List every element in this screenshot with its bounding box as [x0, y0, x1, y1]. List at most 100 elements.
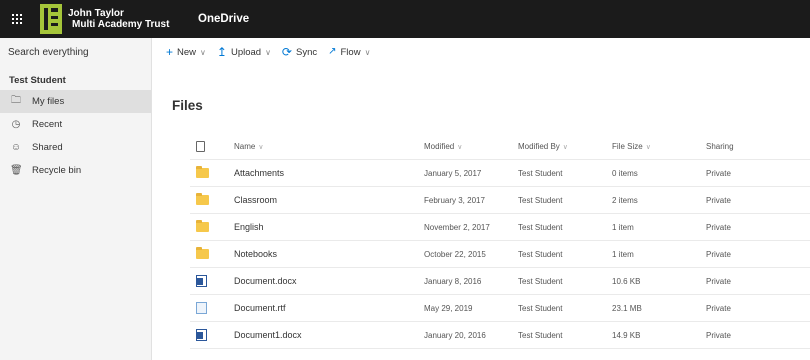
column-header-modified-label: Modified — [424, 141, 455, 151]
app-name[interactable]: OneDrive — [198, 13, 249, 25]
sharing-status: Private — [706, 249, 731, 259]
file-name[interactable]: Document1.docx — [234, 330, 424, 340]
column-header-sharing[interactable]: Sharing — [706, 142, 806, 151]
table-row[interactable]: Document1.docx January 20, 2016 Test Stu… — [190, 322, 810, 349]
table-row[interactable]: Document.rtf May 29, 2019 Test Student 2… — [190, 295, 810, 322]
modified-by: Test Student — [518, 222, 563, 232]
file-name[interactable]: Notebooks — [234, 249, 424, 259]
column-header-modified-by-label: Modified By — [518, 141, 560, 151]
file-name[interactable]: Classroom — [234, 195, 424, 205]
upload-icon: ↥ — [216, 45, 227, 59]
table-header: Name ∨ Modified ∨ Modified By ∨ File Size ∨ … — [190, 133, 810, 160]
file-name[interactable]: Document.docx — [234, 276, 424, 286]
sidebar-item-recent[interactable]: ◷ Recent — [0, 113, 151, 136]
upload-button[interactable]: ↥ Upload ∨ — [217, 46, 271, 58]
org-name-line2: Multi Academy Trust — [72, 19, 170, 30]
column-header-file-size[interactable]: File Size ∨ — [612, 142, 706, 151]
table-row[interactable]: Classroom February 3, 2017 Test Student … — [190, 187, 810, 214]
modified-date: January 5, 2017 — [424, 168, 482, 178]
plus-icon: + — [166, 45, 174, 59]
chevron-down-icon: ∨ — [457, 143, 463, 151]
modified-date: January 8, 2016 — [424, 276, 482, 286]
sharing-status: Private — [706, 195, 731, 205]
user-name: Test Student — [9, 75, 66, 86]
flow-button[interactable]: ↗ Flow ∨ — [328, 46, 370, 58]
sharing-status: Private — [706, 168, 731, 178]
app-launcher-button[interactable] — [0, 0, 34, 38]
folder-icon — [196, 247, 209, 259]
file-name[interactable]: English — [234, 222, 424, 232]
people-icon: ☺ — [10, 142, 22, 153]
sidebar-item-label: Recent — [32, 119, 63, 130]
table-row[interactable]: Notebooks October 22, 2015 Test Student … — [190, 241, 810, 268]
file-name[interactable]: Attachments — [234, 168, 424, 178]
file-size: 23.1 MB — [612, 303, 642, 313]
left-nav: Test Student 🗀 My files ◷ Recent ☺ Share… — [0, 66, 152, 360]
school-logo[interactable] — [40, 4, 62, 34]
word-document-icon — [196, 329, 207, 341]
clock-icon: ◷ — [11, 119, 21, 130]
files-table: Name ∨ Modified ∨ Modified By ∨ File Size ∨ … — [190, 133, 810, 349]
chevron-down-icon: ∨ — [265, 47, 271, 57]
new-button-label: New — [177, 46, 197, 58]
search-box[interactable] — [0, 38, 152, 66]
folder-icon — [196, 193, 209, 205]
word-document-icon — [196, 275, 207, 287]
chevron-down-icon: ∨ — [258, 143, 264, 151]
sync-button[interactable]: ⟳ Sync — [282, 46, 317, 58]
flow-button-label: Flow — [340, 46, 361, 58]
folder-icon: 🗀 — [11, 95, 21, 106]
column-header-sharing-label: Sharing — [706, 141, 734, 151]
sharing-status: Private — [706, 222, 731, 232]
column-header-file-size-label: File Size — [612, 141, 643, 151]
sidebar-item-my-files[interactable]: 🗀 My files — [0, 90, 151, 113]
sharing-status: Private — [706, 330, 731, 340]
file-size: 14.9 KB — [612, 330, 641, 340]
file-type-header[interactable] — [190, 140, 234, 152]
modified-by: Test Student — [518, 249, 563, 259]
column-header-modified[interactable]: Modified ∨ — [424, 142, 518, 151]
chevron-down-icon: ∨ — [645, 143, 651, 151]
modified-date: May 29, 2019 — [424, 303, 473, 313]
table-row[interactable]: Attachments January 5, 2017 Test Student… — [190, 160, 810, 187]
sidebar-item-label: Shared — [32, 142, 63, 153]
modified-date: February 3, 2017 — [424, 195, 485, 205]
document-icon — [196, 140, 205, 152]
page-title: Files — [172, 98, 203, 113]
table-row[interactable]: English November 2, 2017 Test Student 1 … — [190, 214, 810, 241]
top-bar: John Taylor Multi Academy Trust OneDrive — [0, 0, 810, 38]
sidebar-item-shared[interactable]: ☺ Shared — [0, 136, 151, 159]
new-button[interactable]: + New ∨ — [166, 46, 206, 58]
column-header-name[interactable]: Name ∨ — [234, 142, 424, 151]
sharing-status: Private — [706, 276, 731, 286]
chevron-down-icon: ∨ — [562, 143, 568, 151]
upload-button-label: Upload — [230, 46, 262, 58]
waffle-icon — [12, 14, 22, 24]
file-size: 1 item — [612, 249, 634, 259]
modified-by: Test Student — [518, 330, 563, 340]
modified-by: Test Student — [518, 303, 563, 313]
trash-icon: 🗑 — [10, 165, 23, 176]
rtf-document-icon — [196, 302, 207, 314]
file-size: 0 items — [612, 168, 638, 178]
modified-date: November 2, 2017 — [424, 222, 490, 232]
sidebar-item-recycle-bin[interactable]: 🗑 Recycle bin — [0, 159, 151, 182]
folder-icon — [196, 166, 209, 178]
column-header-name-label: Name — [234, 141, 256, 151]
chevron-down-icon: ∨ — [364, 47, 371, 57]
organization-name[interactable]: John Taylor Multi Academy Trust — [68, 8, 178, 30]
file-size: 2 items — [612, 195, 638, 205]
modified-date: January 20, 2016 — [424, 330, 486, 340]
chevron-down-icon: ∨ — [200, 47, 206, 57]
modified-date: October 22, 2015 — [424, 249, 486, 259]
sidebar-item-label: My files — [32, 96, 65, 107]
search-input[interactable] — [8, 46, 138, 58]
modified-by: Test Student — [518, 195, 563, 205]
modified-by: Test Student — [518, 168, 563, 178]
column-header-modified-by[interactable]: Modified By ∨ — [518, 142, 612, 151]
flow-icon: ↗ — [328, 46, 337, 57]
file-size: 10.6 KB — [612, 276, 641, 286]
table-row[interactable]: Document.docx January 8, 2016 Test Stude… — [190, 268, 810, 295]
file-name[interactable]: Document.rtf — [234, 303, 424, 313]
sync-button-label: Sync — [295, 46, 318, 58]
